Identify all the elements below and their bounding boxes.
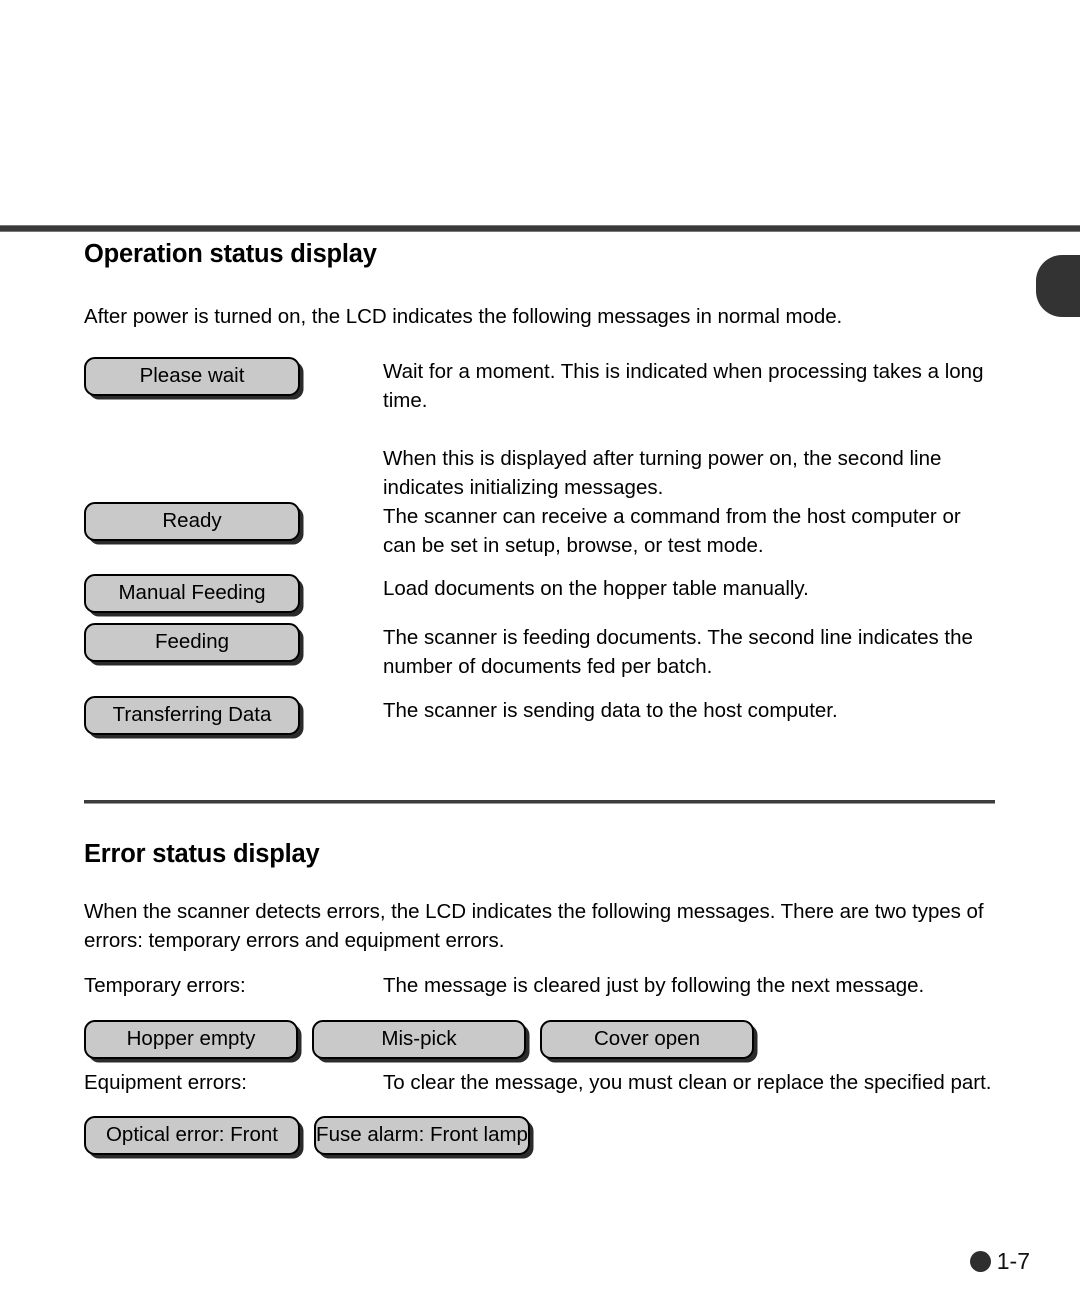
temporary-errors-label: Temporary errors:: [84, 974, 246, 997]
status-description: The scanner is sending data to the host …: [383, 699, 838, 722]
equipment-errors-description: To clear the message, you must clean or …: [383, 1071, 992, 1094]
page-number: 1-7: [996, 1248, 1030, 1274]
lcd-display-manual-feeding[interactable]: Manual Feeding: [84, 574, 300, 613]
operation-status-section: Operation status display After power is …: [84, 240, 999, 735]
lcd-display-hopper-empty[interactable]: Hopper empty: [84, 1020, 298, 1059]
error-section-title: Error status display: [84, 840, 320, 868]
operation-section-title: Operation status display: [84, 240, 377, 268]
section-separator: [84, 800, 995, 804]
page-footer: 1-7: [0, 1248, 1030, 1275]
lcd-display-cover-open[interactable]: Cover open: [540, 1020, 754, 1059]
lcd-display-mis-pick[interactable]: Mis-pick: [312, 1020, 526, 1059]
lcd-display-ready[interactable]: Ready: [84, 502, 300, 541]
lcd-display-feeding[interactable]: Feeding: [84, 623, 300, 662]
lcd-box-wrapper: Manual Feeding: [84, 574, 300, 613]
equipment-errors-label: Equipment errors:: [84, 1071, 247, 1094]
status-description-secondary: When this is displayed after turning pow…: [383, 447, 942, 499]
status-description: Wait for a moment. This is indicated whe…: [383, 360, 984, 412]
operation-section-intro: After power is turned on, the LCD indica…: [84, 305, 843, 328]
lcd-display-fuse-alarm-front-lamp[interactable]: Fuse alarm: Front lamp: [314, 1116, 530, 1155]
lcd-display-please-wait[interactable]: Please wait: [84, 357, 300, 396]
status-description: Load documents on the hopper table manua…: [383, 577, 809, 600]
lcd-display-optical-error-front[interactable]: Optical error: Front: [84, 1116, 300, 1155]
lcd-display-transferring-data[interactable]: Transferring Data: [84, 696, 300, 735]
document-page: Operation status display After power is …: [0, 0, 1080, 1295]
header-rule: [0, 225, 1080, 232]
temporary-error-box-row: Hopper empty Mis-pick Cover open: [84, 1020, 754, 1059]
temporary-errors-description: The message is cleared just by following…: [383, 974, 925, 997]
lcd-box-wrapper: Feeding: [84, 623, 300, 662]
error-section-intro: When the scanner detects errors, the LCD…: [84, 900, 984, 952]
lcd-box-wrapper: Transferring Data: [84, 696, 300, 735]
status-description: The scanner is feeding documents. The se…: [383, 626, 973, 678]
status-description: The scanner can receive a command from t…: [383, 505, 961, 557]
chapter-edge-tab: [1036, 255, 1080, 317]
lcd-box-wrapper: Please wait: [84, 357, 300, 396]
lcd-box-wrapper: Ready: [84, 502, 300, 541]
footer-bullet-icon: [969, 1251, 991, 1272]
equipment-error-box-row: Optical error: Front Fuse alarm: Front l…: [84, 1116, 530, 1155]
